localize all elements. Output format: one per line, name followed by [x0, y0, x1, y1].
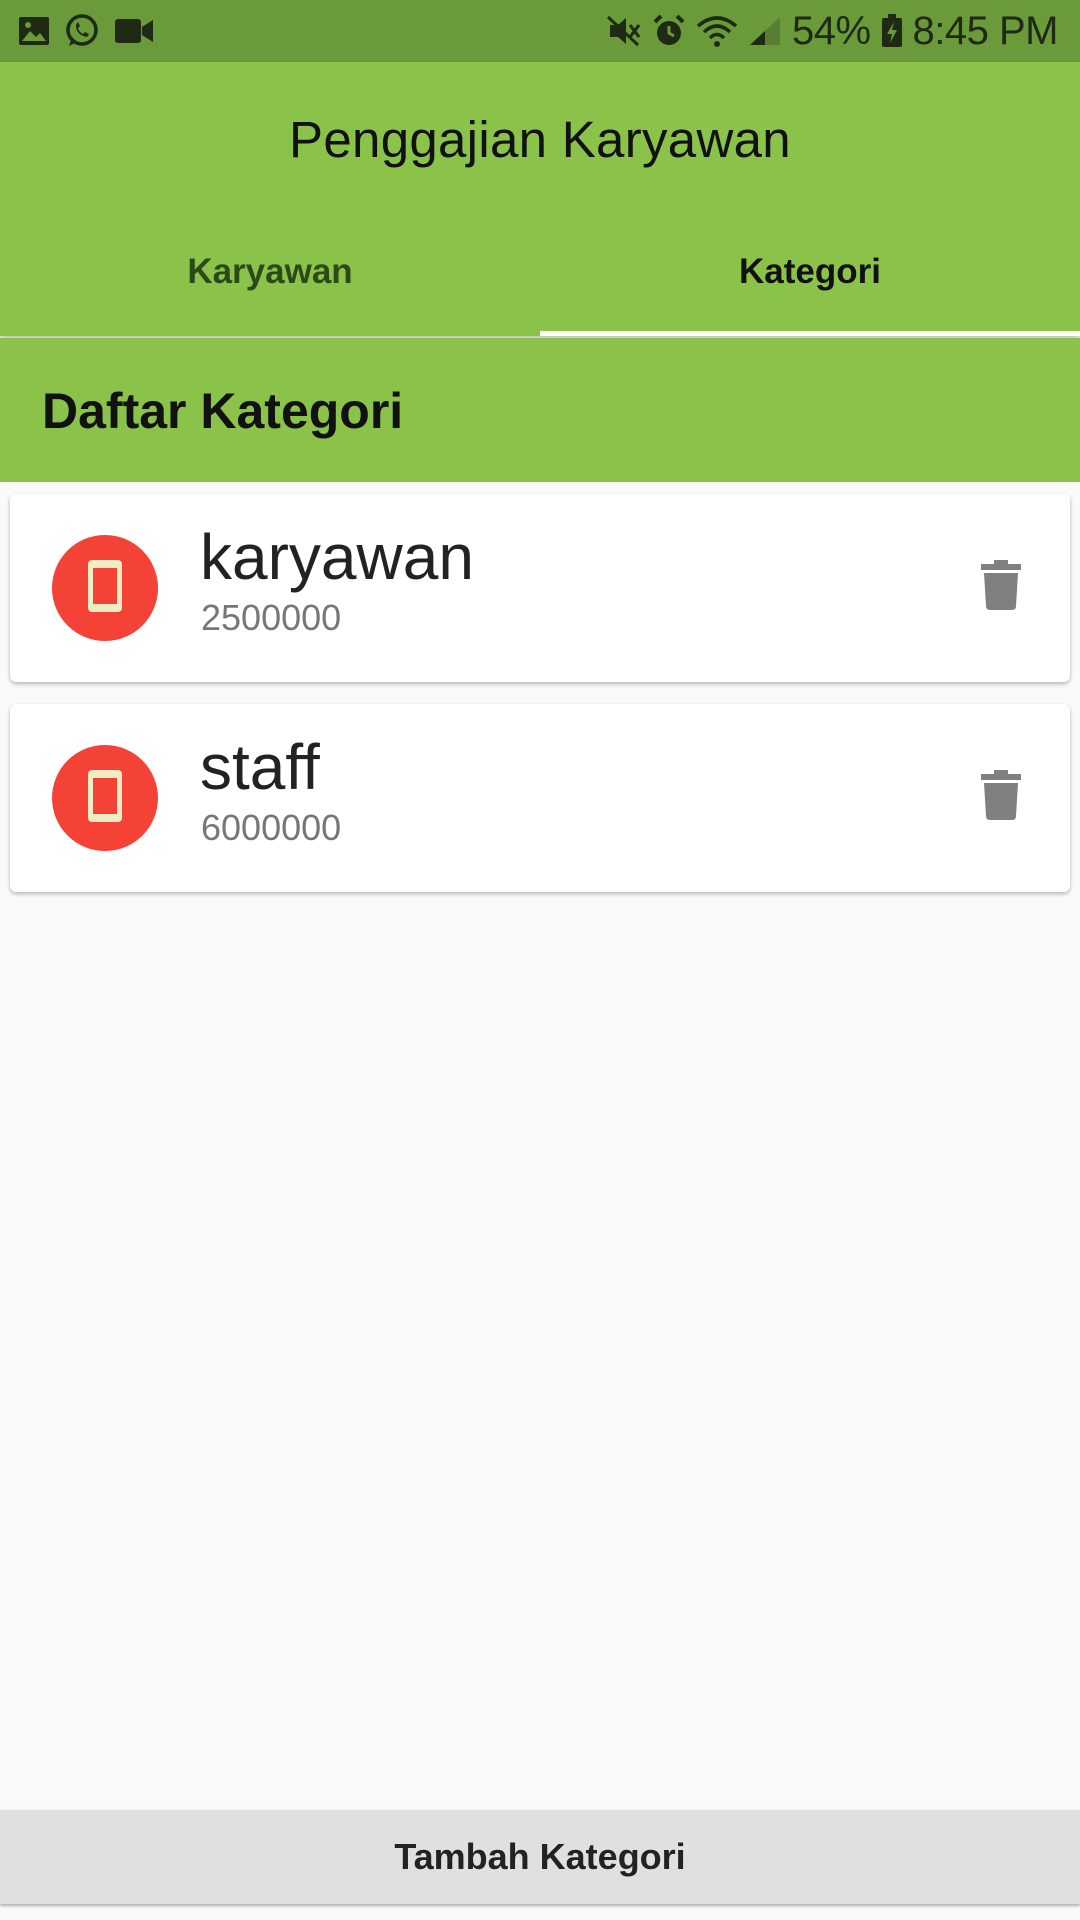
list-item[interactable]: karyawan 2500000 — [10, 494, 1070, 682]
tab-label: Kategori — [739, 252, 881, 291]
section-title: Daftar Kategori — [42, 383, 404, 439]
status-bar-left — [18, 13, 154, 49]
tab-kategori[interactable]: Kategori — [540, 212, 1080, 336]
section-header: Daftar Kategori — [0, 338, 1080, 482]
phone-icon — [87, 559, 123, 618]
trash-icon — [981, 769, 1021, 825]
video-camera-icon — [114, 17, 154, 45]
list-item[interactable]: staff 6000000 — [10, 704, 1070, 892]
battery-charging-icon — [881, 14, 903, 48]
item-subtitle: 2500000 — [201, 597, 342, 638]
delete-button[interactable] — [972, 768, 1030, 826]
status-time: 8:45 PM — [912, 8, 1059, 53]
avatar — [52, 745, 158, 851]
phone-icon — [87, 769, 123, 828]
whatsapp-icon — [64, 13, 100, 49]
wifi-icon — [696, 14, 738, 48]
trash-icon — [981, 559, 1021, 615]
item-title: staff — [200, 731, 320, 803]
category-list: karyawan 2500000 staff 6000000 — [10, 494, 1070, 914]
item-title: karyawan — [200, 521, 474, 593]
status-bar: 54% 8:45 PM — [0, 0, 1080, 62]
tab-label: Karyawan — [187, 252, 353, 291]
alarm-icon — [652, 14, 686, 48]
add-category-label: Tambah Kategori — [394, 1836, 686, 1877]
add-category-button[interactable]: Tambah Kategori — [0, 1810, 1080, 1904]
app-title: Penggajian Karyawan — [289, 111, 791, 168]
avatar — [52, 535, 158, 641]
item-subtitle: 6000000 — [201, 807, 342, 848]
battery-percent: 54% — [791, 8, 871, 53]
tab-karyawan[interactable]: Karyawan — [0, 212, 540, 336]
status-bar-right: 54% 8:45 PM — [606, 8, 1059, 54]
mute-icon — [606, 15, 642, 47]
image-icon — [18, 16, 50, 46]
tab-bar: Karyawan Kategori — [0, 212, 1080, 336]
signal-icon — [748, 15, 782, 47]
tab-indicator — [540, 331, 1080, 336]
delete-button[interactable] — [972, 558, 1030, 616]
app-bar: Penggajian Karyawan Karyawan Kategori — [0, 62, 1080, 336]
